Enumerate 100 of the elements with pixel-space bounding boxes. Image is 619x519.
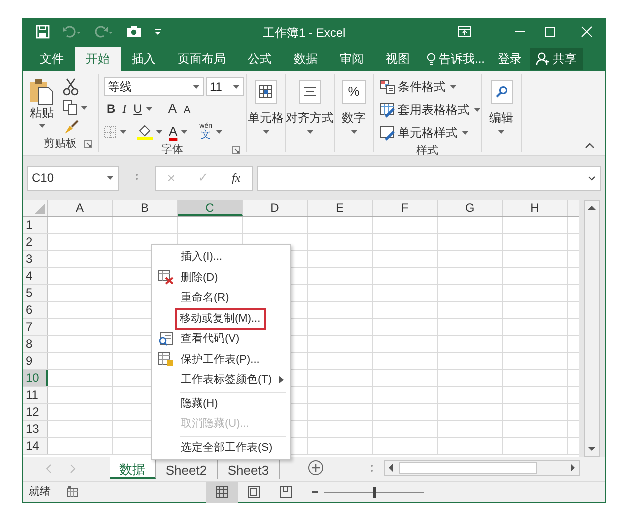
borders-button[interactable]: [104, 126, 127, 138]
customize-icon[interactable]: [154, 26, 162, 36]
scroll-thumb[interactable]: [399, 462, 537, 474]
column-header[interactable]: H: [503, 200, 568, 216]
insert-function-button[interactable]: fx: [232, 169, 241, 187]
column-header[interactable]: C: [178, 200, 243, 216]
share-button[interactable]: 共享: [530, 48, 584, 70]
close-icon[interactable]: [581, 26, 593, 38]
format-painter-icon[interactable]: [63, 120, 79, 136]
zoom-slider[interactable]: [324, 486, 424, 498]
row-header[interactable]: 1: [23, 217, 48, 233]
underline-button[interactable]: U: [134, 100, 142, 118]
camera-icon[interactable]: [126, 25, 142, 38]
cells-button[interactable]: 单元格: [247, 74, 285, 136]
row-header[interactable]: 8: [23, 336, 48, 352]
editing-button[interactable]: 编辑: [482, 74, 521, 136]
caret-icon: [350, 130, 358, 134]
vertical-scrollbar[interactable]: [584, 200, 600, 457]
formula-field[interactable]: [257, 166, 601, 190]
submenu-arrow-icon: [279, 376, 284, 384]
row-header[interactable]: 11: [23, 387, 48, 403]
caret-icon: [193, 84, 200, 88]
row-header[interactable]: 2: [23, 234, 48, 250]
row-header[interactable]: 9: [23, 353, 48, 369]
menu-tab[interactable]: 页面布局: [167, 47, 237, 71]
row-header[interactable]: 7: [23, 319, 48, 335]
menu-tab[interactable]: 插入: [121, 47, 167, 71]
column-header[interactable]: F: [373, 200, 438, 216]
delete-sheet-icon: [158, 270, 174, 286]
paste-button[interactable]: 粘贴: [25, 74, 59, 136]
menu-tab[interactable]: 开始: [75, 47, 121, 71]
row-header[interactable]: 4: [23, 268, 48, 284]
caret-icon: [474, 108, 481, 112]
styles-menu-button[interactable]: 单元格样式: [380, 123, 481, 143]
menu-item[interactable]: 重命名(R): [180, 290, 230, 306]
macro-record-icon[interactable]: [67, 486, 79, 498]
sign-in-link[interactable]: 登录: [498, 47, 522, 71]
menu-item[interactable]: 工作表标签颜色(T): [180, 372, 274, 388]
menu-item[interactable]: 插入(I)...: [180, 249, 224, 266]
font-color-button[interactable]: A: [169, 126, 188, 138]
row-header[interactable]: 13: [23, 421, 48, 437]
maximize-icon[interactable]: [544, 26, 556, 38]
page-layout-icon: [248, 486, 260, 498]
group-label: 剪贴板: [44, 136, 77, 152]
menu-item[interactable]: 删除(D): [180, 270, 220, 286]
font-size-field[interactable]: 11: [206, 77, 244, 96]
menu-tab[interactable]: 视图: [375, 47, 421, 71]
add-sheet-icon[interactable]: [308, 460, 324, 476]
number-button[interactable]: % 数字: [335, 74, 373, 136]
column-header[interactable]: G: [438, 200, 503, 216]
menu-item[interactable]: 查看代码(V): [180, 331, 241, 348]
menu-item[interactable]: 保护工作表(P)...: [180, 352, 261, 368]
menu-tab[interactable]: 审阅: [329, 47, 375, 71]
styles-menu-button[interactable]: 套用表格格式: [380, 100, 481, 120]
search-icon: [496, 86, 508, 98]
borders-icon: [104, 126, 117, 138]
sheet-tab[interactable]: 数据: [110, 457, 156, 479]
copy-button[interactable]: [63, 100, 88, 116]
alignment-button[interactable]: 对齐方式: [286, 74, 334, 136]
row-header[interactable]: 14: [23, 438, 48, 454]
column-header[interactable]: E: [308, 200, 373, 216]
row-header[interactable]: 12: [23, 404, 48, 420]
caret-icon: [233, 84, 240, 88]
italic-button[interactable]: I: [122, 100, 127, 118]
menu-item[interactable]: 移动或复制(M)...: [177, 310, 264, 328]
caret-icon: [498, 130, 505, 134]
view-button[interactable]: [206, 482, 238, 502]
menu-item[interactable]: 隐藏(H): [180, 396, 220, 412]
dialog-launcher-icon[interactable]: [84, 140, 92, 148]
cut-icon[interactable]: [63, 78, 79, 96]
row-header[interactable]: 3: [23, 251, 48, 267]
name-box[interactable]: C10: [27, 166, 119, 190]
window-title: 工作簿1 - Excel: [263, 25, 346, 42]
font-name-field[interactable]: 等线: [104, 77, 204, 96]
collapse-ribbon-icon[interactable]: [585, 143, 595, 149]
menu-item[interactable]: 选定全部工作表(S): [180, 440, 274, 456]
fill-color-button[interactable]: [137, 124, 163, 140]
horizontal-scrollbar[interactable]: [384, 460, 580, 476]
row-header[interactable]: 10: [23, 370, 48, 386]
increase-font-size-button[interactable]: A: [168, 99, 178, 119]
expand-icon[interactable]: [588, 176, 596, 180]
bold-button[interactable]: B: [107, 100, 116, 118]
fill-bucket-icon: [137, 124, 153, 140]
menu-tab[interactable]: 数据: [283, 47, 329, 71]
ribbon-display-icon[interactable]: [458, 26, 472, 38]
caret-icon: [146, 107, 154, 111]
column-header[interactable]: A: [48, 200, 113, 216]
menu-tab[interactable]: 文件: [29, 47, 75, 71]
dialog-launcher-icon[interactable]: [232, 146, 240, 154]
row-header[interactable]: 5: [23, 285, 48, 301]
row-header[interactable]: 6: [23, 302, 48, 318]
save-icon[interactable]: [36, 24, 50, 38]
zoom-thumb[interactable]: [373, 486, 376, 498]
styles-menu-button[interactable]: 条件格式: [380, 77, 481, 97]
tell-me-button[interactable]: 告诉我...: [427, 47, 486, 71]
column-header[interactable]: D: [243, 200, 308, 216]
menu-tab[interactable]: 公式: [237, 47, 283, 71]
grip-icon[interactable]: [370, 463, 374, 475]
lightbulb-icon: [427, 52, 436, 66]
decrease-font-size-button[interactable]: A: [184, 103, 191, 118]
